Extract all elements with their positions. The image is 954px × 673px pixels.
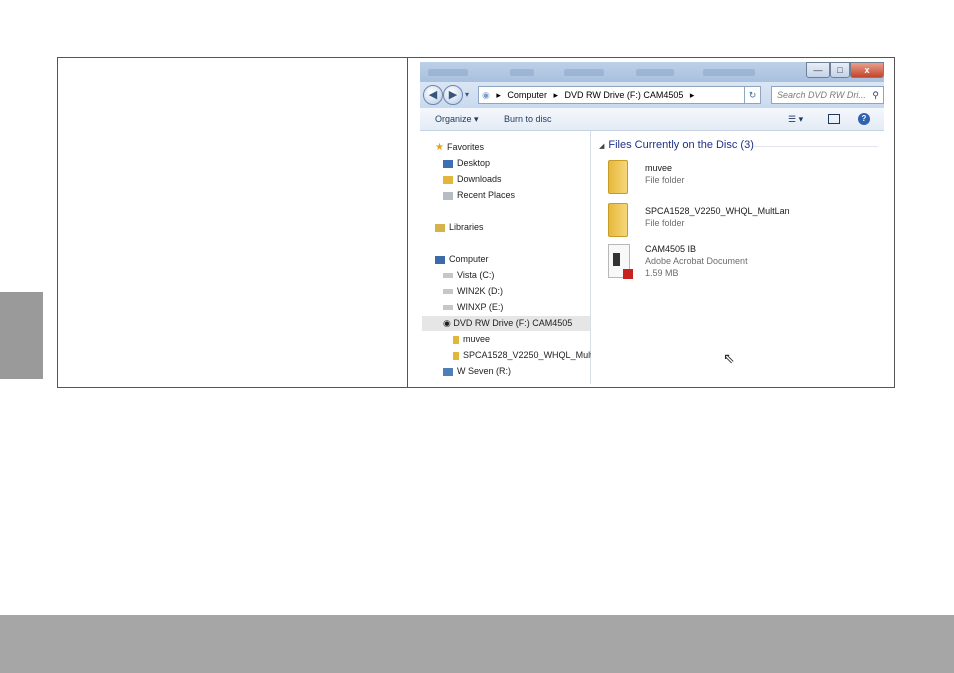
nav-label: WINXP (E:) — [457, 302, 504, 312]
hard-drive-icon — [443, 305, 453, 311]
breadcrumb-dvd-drive[interactable]: DVD RW Drive (F:) CAM4505 — [565, 90, 684, 100]
group-title: Files Currently on the Disc (3) — [608, 139, 754, 151]
item-size: 1.59 MB — [645, 268, 679, 278]
computer-icon — [435, 255, 445, 264]
desktop-icon — [443, 159, 453, 168]
blurred-menu — [510, 69, 534, 76]
drive-icon: ◉ — [482, 90, 490, 100]
dvd-disc-icon: ◉ — [443, 318, 451, 328]
nav-computer[interactable]: Computer — [435, 253, 489, 266]
frame-divider — [407, 57, 408, 388]
nav-folder-spca[interactable]: SPCA1528_V2250_WHQL_Multi — [453, 349, 595, 362]
camera-thumbnail — [613, 253, 620, 266]
nav-downloads[interactable]: Downloads — [443, 173, 502, 186]
downloads-folder-icon — [443, 175, 453, 184]
file-list: ◢ Files Currently on the Disc (3) muvee F… — [591, 131, 884, 384]
search-placeholder: Search DVD RW Dri... — [777, 90, 866, 100]
nav-label: W Seven (R:) — [457, 366, 512, 376]
group-header[interactable]: ◢ Files Currently on the Disc (3) — [599, 139, 754, 151]
back-arrow-icon[interactable]: ◀ — [423, 85, 443, 105]
folder-icon — [453, 351, 459, 360]
blurred-menu — [564, 69, 604, 76]
item-name: SPCA1528_V2250_WHQL_MultLan — [645, 206, 790, 216]
item-name: muvee — [645, 163, 673, 173]
recent-places-icon — [443, 191, 453, 200]
help-icon[interactable]: ? — [858, 113, 870, 125]
file-item[interactable]: muvee File folder — [608, 160, 808, 196]
close-button[interactable]: x — [850, 62, 884, 78]
burn-to-disc-button[interactable]: Burn to disc — [504, 114, 552, 124]
breadcrumb-separator: ▸ — [496, 90, 501, 100]
acrobat-badge-icon — [623, 269, 633, 279]
address-bar[interactable]: ◉ ▸ Computer ▸ DVD RW Drive (F:) CAM4505… — [478, 86, 760, 104]
nav-libraries[interactable]: Libraries — [435, 221, 484, 234]
nav-label: Computer — [449, 254, 489, 264]
history-dropdown-icon[interactable]: ▾ — [465, 90, 469, 99]
nav-label: WIN2K (D:) — [457, 286, 503, 296]
forward-arrow-icon[interactable]: ▶ — [443, 85, 463, 105]
nav-dvd-drive[interactable]: ◉ DVD RW Drive (F:) CAM4505 — [422, 316, 590, 331]
nav-drive-vista[interactable]: Vista (C:) — [443, 269, 494, 282]
hard-drive-icon — [443, 273, 453, 279]
nav-favorites[interactable]: ★ Favorites — [435, 141, 484, 154]
nav-label: muvee — [463, 334, 491, 344]
minimize-button[interactable]: — — [806, 62, 830, 78]
nav-label: Recent Places — [457, 190, 516, 200]
nav-recent-places[interactable]: Recent Places — [443, 189, 515, 202]
item-type: File folder — [645, 218, 685, 228]
folder-icon — [608, 203, 628, 237]
blurred-menu — [703, 69, 755, 76]
breadcrumb-separator: ▸ — [553, 90, 558, 100]
nav-label: SPCA1528_V2250_WHQL_Multi — [463, 350, 595, 360]
side-tab — [0, 292, 43, 379]
command-bar: Organize ▾ Burn to disc ☰ ▾ ? — [420, 108, 884, 131]
nav-folder-muvee[interactable]: muvee — [453, 333, 490, 346]
navigation-pane: ★ Favorites Desktop Downloads Recent Plac… — [420, 131, 595, 384]
folder-icon — [608, 160, 628, 194]
page-footer — [0, 615, 954, 673]
breadcrumb-computer[interactable]: Computer — [507, 90, 547, 100]
collapse-triangle-icon: ◢ — [599, 143, 605, 150]
nav-desktop[interactable]: Desktop — [443, 157, 490, 170]
preview-pane-icon[interactable] — [828, 114, 840, 124]
item-type: Adobe Acrobat Document — [645, 256, 748, 266]
nav-label: Favorites — [446, 142, 484, 152]
refresh-button[interactable]: ↻ — [744, 86, 761, 104]
network-drive-icon — [443, 367, 453, 376]
nav-drive-wseven[interactable]: W Seven (R:) — [443, 365, 511, 378]
organize-button[interactable]: Organize ▾ — [435, 114, 479, 125]
hard-drive-icon — [443, 289, 453, 295]
nav-label: Vista (C:) — [457, 270, 495, 280]
address-row: ◀ ▶ ▾ ◉ ▸ Computer ▸ DVD RW Drive (F:) C… — [420, 82, 884, 108]
nav-label: DVD RW Drive (F:) CAM4505 — [453, 318, 573, 328]
search-input[interactable]: Search DVD RW Dri... ⚲ — [771, 86, 884, 104]
folder-icon — [453, 335, 459, 344]
libraries-icon — [435, 223, 445, 232]
item-type: File folder — [645, 175, 685, 185]
nav-drive-win2k[interactable]: WIN2K (D:) — [443, 285, 503, 298]
search-icon[interactable]: ⚲ — [872, 87, 879, 103]
nav-label: Downloads — [457, 174, 502, 184]
group-divider — [753, 146, 878, 147]
file-item[interactable]: SPCA1528_V2250_WHQL_MultLan File folder — [608, 203, 808, 239]
mouse-cursor-icon: ⇖ — [723, 350, 735, 366]
file-item[interactable]: CAM4505 IB Adobe Acrobat Document 1.59 M… — [608, 244, 808, 284]
views-button[interactable]: ☰ ▾ — [788, 114, 803, 125]
maximize-button[interactable]: □ — [830, 62, 850, 78]
star-icon: ★ — [435, 142, 444, 153]
nav-drive-winxp[interactable]: WINXP (E:) — [443, 301, 503, 314]
explorer-window: — □ x ◀ ▶ ▾ ◉ ▸ Computer ▸ DVD RW Drive … — [420, 62, 884, 384]
blurred-menu — [636, 69, 674, 76]
pdf-document-icon — [608, 244, 633, 279]
blurred-menu — [428, 69, 468, 76]
breadcrumb-separator: ▸ — [689, 90, 695, 100]
nav-label: Desktop — [457, 158, 491, 168]
item-name: CAM4505 IB — [645, 244, 697, 254]
nav-label: Libraries — [449, 222, 484, 232]
title-bar: — □ x — [420, 62, 884, 82]
